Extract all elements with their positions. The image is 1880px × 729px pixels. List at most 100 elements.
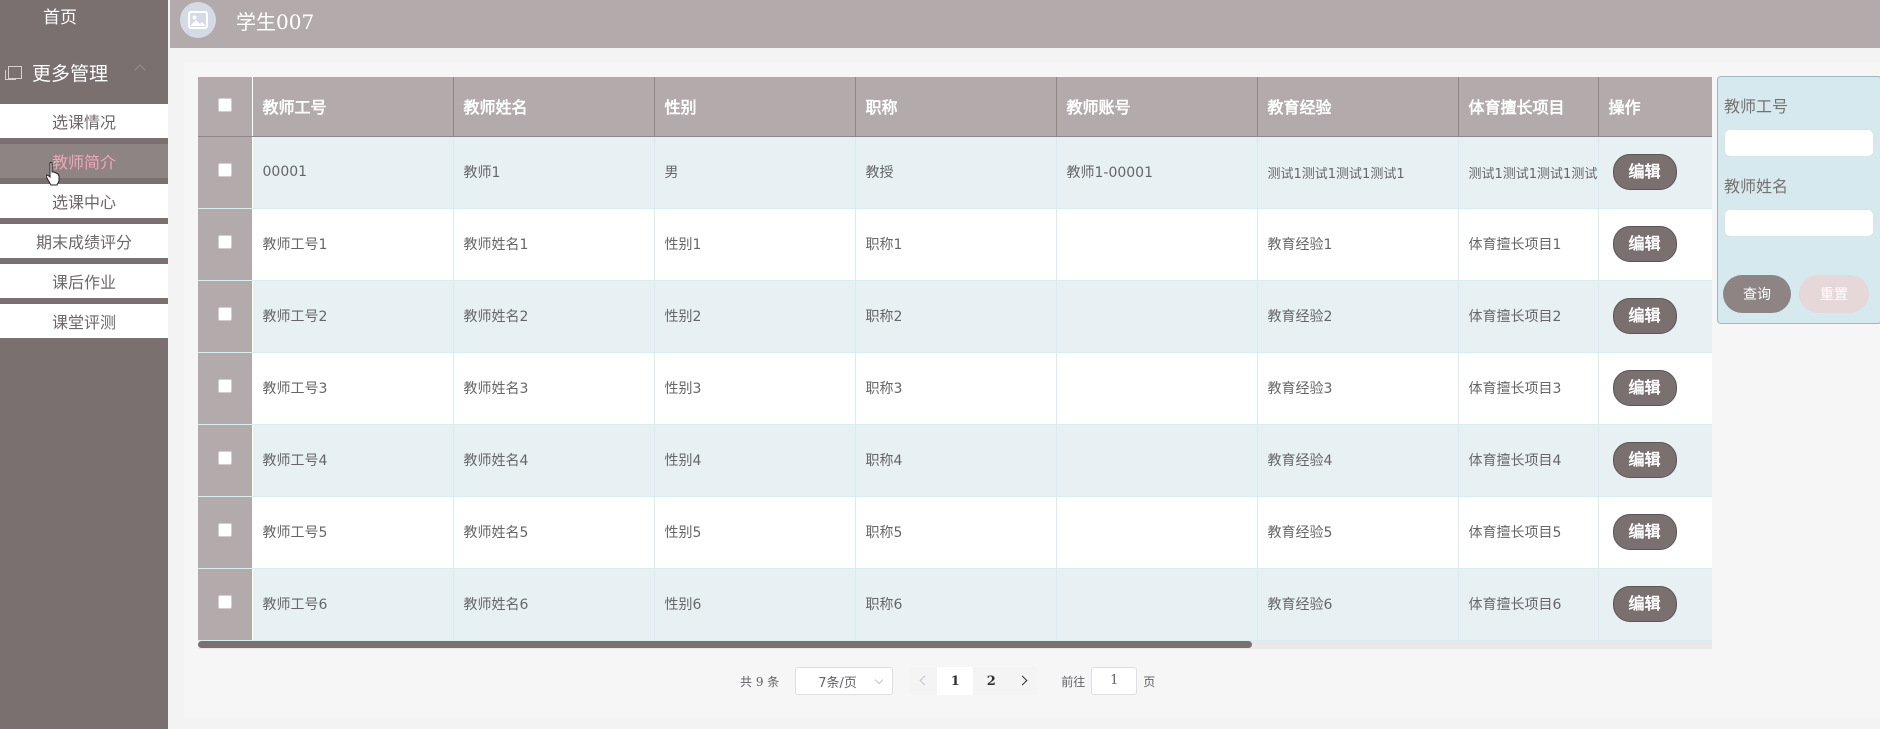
cell-teacher-name: 教师1 [453,136,655,209]
table-row: 教师工号1 教师姓名1 性别1 职称1 教育经验1 体育擅长项目1 编辑 [198,208,1712,281]
horizontal-scrollbar[interactable] [198,641,1712,649]
select-all-checkbox[interactable] [217,97,232,112]
cell-teacher-name: 教师姓名5 [453,496,655,569]
cell-account: 教师1-00001 [1056,136,1258,209]
search-panel: 教师工号 教师姓名 查询 重置 [1717,76,1880,324]
cell-teacher-id: 教师工号5 [252,496,454,569]
edit-button[interactable]: 编辑 [1612,442,1677,478]
reset-button[interactable]: 重置 [1799,275,1869,313]
cell-title: 职称3 [855,352,1057,425]
window-icon [5,65,22,80]
page-button-1[interactable]: 1 [937,667,974,695]
edit-button[interactable]: 编辑 [1612,586,1677,622]
pagination-total: 共 9 条 [740,674,780,689]
goto-page-input[interactable]: 1 [1091,667,1138,695]
cell-account [1056,424,1258,497]
teacher-table: 教师工号 教师姓名 性别 职称 教师账号 教育经验 体育擅长项目 操作 0000… [198,77,1712,642]
cell-teacher-name: 教师姓名4 [453,424,655,497]
sidebar-item-teacher-intro[interactable]: 教师简介 [0,144,168,178]
cell-gender: 男 [654,136,856,209]
table-row: 教师工号2 教师姓名2 性别2 职称2 教育经验2 体育擅长项目2 编辑 [198,280,1712,353]
row-checkbox[interactable] [217,451,232,465]
pagination: 共 9 条 7条/页 1 2 前往 1 页 [740,667,1155,695]
sidebar-item-course-selection-status[interactable]: 选课情况 [0,104,168,138]
cell-teacher-id: 教师工号6 [252,568,454,641]
row-checkbox[interactable] [217,523,232,537]
next-page-button[interactable] [1009,667,1037,695]
column-header-teacher-name[interactable]: 教师姓名 [453,77,655,137]
sidebar-item-final-grading[interactable]: 期末成绩评分 [0,224,168,258]
search-label-teacher-id: 教师工号 [1724,97,1789,116]
sidebar-item-course-center[interactable]: 选课中心 [0,184,168,218]
edit-button[interactable]: 编辑 [1612,370,1677,406]
sidebar-item-class-assessment[interactable]: 课堂评测 [0,304,168,338]
cell-account [1056,352,1258,425]
column-header-gender[interactable]: 性别 [654,77,856,137]
page-goto: 前往 1 页 [1061,667,1155,695]
cell-account [1056,496,1258,569]
cell-teacher-id: 教师工号4 [252,424,454,497]
edit-button[interactable]: 编辑 [1612,226,1677,262]
column-header-title[interactable]: 职称 [855,77,1057,137]
image-icon [188,11,208,29]
goto-suffix: 页 [1143,674,1156,689]
table-row: 教师工号5 教师姓名5 性别5 职称5 教育经验5 体育擅长项目5 编辑 [198,496,1712,569]
goto-prefix: 前往 [1061,674,1086,689]
chevron-down-icon [875,675,884,685]
cell-gender: 性别3 [654,352,856,425]
row-checkbox[interactable] [217,379,232,393]
row-checkbox[interactable] [217,235,232,249]
select-all-checkbox-cell[interactable] [198,77,253,137]
cell-title: 职称2 [855,280,1057,353]
row-checkbox[interactable] [217,595,232,609]
row-checkbox[interactable] [217,307,232,321]
cell-gender: 性别1 [654,208,856,281]
cell-experience: 测试1测试1测试1测试1 [1257,136,1459,209]
column-header-experience[interactable]: 教育经验 [1257,77,1459,137]
column-header-sports-specialty[interactable]: 体育擅长项目 [1458,77,1599,137]
column-header-teacher-id[interactable]: 教师工号 [252,77,454,137]
cell-account [1056,568,1258,641]
sidebar-group-label: 更多管理 [32,62,109,85]
cell-teacher-id: 教师工号3 [252,352,454,425]
page-size-select[interactable]: 7条/页 [795,667,894,695]
sidebar-item-homework[interactable]: 课后作业 [0,264,168,298]
table-row: 教师工号3 教师姓名3 性别3 职称3 教育经验3 体育擅长项目3 编辑 [198,352,1712,425]
cell-teacher-name: 教师姓名2 [453,280,655,353]
top-header: 学生007 [170,0,1880,48]
cell-title: 职称5 [855,496,1057,569]
sidebar-group-more-management[interactable]: 更多管理 [0,56,168,88]
cell-teacher-name: 教师姓名3 [453,352,655,425]
user-name: 学生007 [236,10,315,34]
edit-button[interactable]: 编辑 [1612,514,1677,550]
cell-experience: 教育经验1 [1257,208,1459,281]
page-button-2[interactable]: 2 [973,667,1009,695]
query-button[interactable]: 查询 [1723,275,1791,313]
cell-gender: 性别2 [654,280,856,353]
column-header-account[interactable]: 教师账号 [1056,77,1258,137]
page-size-value: 7条/页 [818,675,857,691]
sidebar-home-link[interactable]: 首页 [0,0,120,36]
cell-experience: 教育经验6 [1257,568,1459,641]
table-row: 教师工号4 教师姓名4 性别4 职称4 教育经验4 体育擅长项目4 编辑 [198,424,1712,497]
search-label-teacher-name: 教师姓名 [1724,177,1789,196]
cell-experience: 教育经验4 [1257,424,1459,497]
horizontal-scrollbar-thumb[interactable] [198,641,1252,648]
cell-teacher-name: 教师姓名1 [453,208,655,281]
edit-button[interactable]: 编辑 [1612,298,1677,334]
cell-gender: 性别6 [654,568,856,641]
cell-sports-specialty: 体育擅长项目5 [1458,496,1599,569]
edit-button[interactable]: 编辑 [1612,154,1677,190]
sidebar: 首页 更多管理 选课情况 教师简介 选课中心 期末成绩评分 课后作业 课堂评测 [0,0,168,729]
cell-title: 职称4 [855,424,1057,497]
search-input-teacher-id[interactable] [1724,129,1874,157]
cell-account [1056,208,1258,281]
cell-sports-specialty: 体育擅长项目4 [1458,424,1599,497]
search-input-teacher-name[interactable] [1724,209,1874,237]
cell-gender: 性别5 [654,496,856,569]
avatar[interactable] [180,2,216,38]
chevron-up-icon [134,64,146,76]
row-checkbox[interactable] [217,163,232,177]
cell-sports-specialty: 体育擅长项目3 [1458,352,1599,425]
prev-page-button[interactable] [909,667,937,695]
